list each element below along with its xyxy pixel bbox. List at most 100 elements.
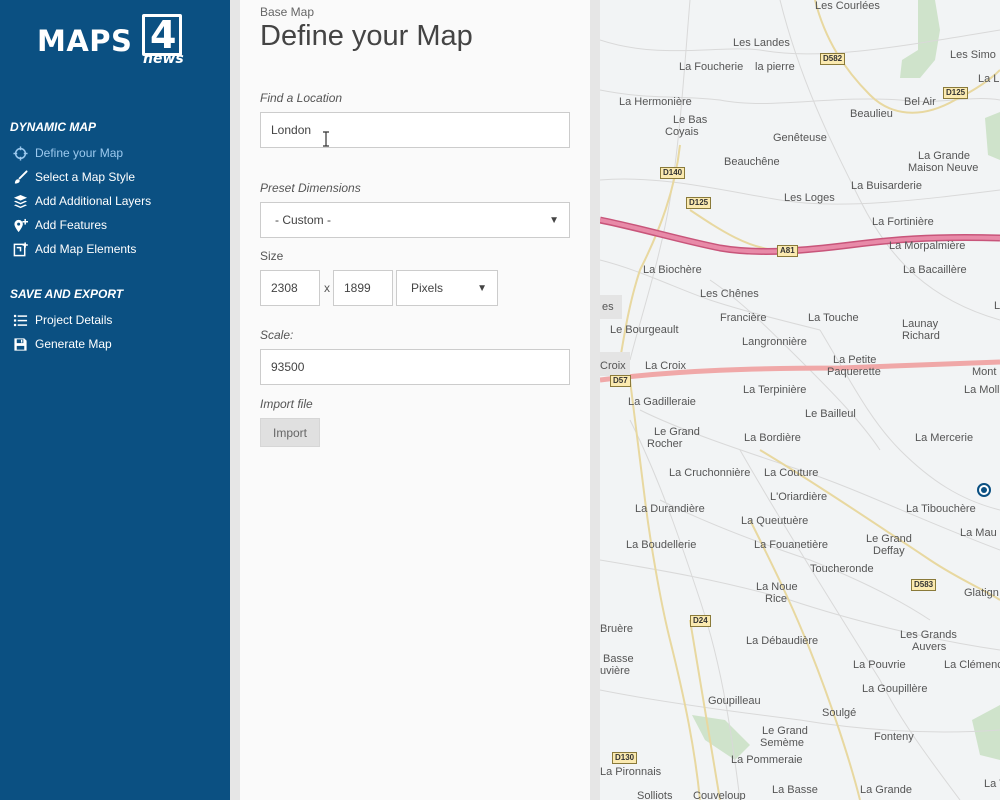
caret-down-icon: ▼ bbox=[477, 283, 487, 294]
place-label: Semème bbox=[760, 737, 805, 749]
place-label: Auvers bbox=[912, 641, 947, 653]
place-label: Les Chênes bbox=[700, 288, 759, 300]
section-title-dynamic-map: DYNAMIC MAP bbox=[10, 120, 96, 134]
sidebar-item-label: Define your Map bbox=[35, 146, 124, 160]
map-elements-icon bbox=[12, 241, 28, 257]
place-label: Les Loges bbox=[784, 192, 835, 204]
place-label: Paquerette bbox=[827, 366, 881, 378]
place-label: La Mollièr bbox=[964, 384, 1000, 396]
place-label: Genêteuse bbox=[773, 132, 827, 144]
place-label: La Bacaillère bbox=[903, 264, 967, 276]
place-label: Les Courlées bbox=[815, 0, 880, 12]
map-view[interactable]: Les Courlées Les Landes Les Simo La Fouc… bbox=[600, 0, 1000, 800]
place-label: Glatign bbox=[964, 587, 999, 599]
place-label: La Mau bbox=[960, 527, 997, 539]
location-input[interactable]: London bbox=[260, 112, 570, 148]
place-label: Le Bourgeault bbox=[610, 324, 679, 336]
import-button[interactable]: Import bbox=[260, 418, 320, 447]
woodland-area bbox=[900, 0, 940, 78]
place-label: La Couture bbox=[764, 467, 819, 479]
place-label: Richard bbox=[902, 330, 940, 342]
text-cursor-icon bbox=[323, 131, 329, 147]
place-label: La Biochère bbox=[643, 264, 702, 276]
road-badge: D582 bbox=[820, 53, 846, 65]
place-label: Couveloup bbox=[693, 790, 746, 800]
place-label: La Fouanetière bbox=[754, 539, 828, 551]
import-file-label: Import file bbox=[260, 397, 313, 411]
place-label: La Grande bbox=[918, 150, 970, 162]
preset-dimensions-select[interactable]: - Custom - ▼ bbox=[260, 202, 570, 238]
list-icon bbox=[12, 312, 28, 328]
place-label: La Touche bbox=[808, 312, 859, 324]
place-label: Fonteny bbox=[874, 731, 914, 743]
unit-select[interactable]: Pixels ▼ bbox=[396, 270, 498, 306]
woodland-area bbox=[972, 705, 1000, 760]
place-label: La Hermonière bbox=[619, 96, 692, 108]
place-label: Mont bbox=[972, 366, 997, 378]
height-input[interactable]: 1899 bbox=[333, 270, 393, 306]
place-label: Le Grand bbox=[762, 725, 808, 737]
sidebar: MAPS 4 news DYNAMIC MAP Define your Map … bbox=[0, 0, 230, 800]
scale-input[interactable]: 93500 bbox=[260, 349, 570, 385]
preset-dimensions-label: Preset Dimensions bbox=[260, 181, 361, 195]
road-badge: D130 bbox=[612, 752, 638, 764]
place-label: L'Oriardière bbox=[770, 491, 828, 503]
place-label: La Foucherie bbox=[679, 61, 744, 73]
place-label: Goupilleau bbox=[708, 695, 761, 707]
sidebar-item-project-details[interactable]: Project Details bbox=[12, 310, 112, 330]
road-badge: D583 bbox=[911, 579, 937, 591]
place-label: Beauchêne bbox=[724, 156, 780, 168]
location-marker[interactable] bbox=[977, 483, 991, 497]
brush-icon bbox=[12, 169, 28, 185]
place-label: Les Landes bbox=[733, 37, 790, 49]
sidebar-item-add-features[interactable]: Add Features bbox=[12, 215, 107, 235]
sidebar-item-label: Select a Map Style bbox=[35, 170, 136, 184]
place-label: La Queutuère bbox=[741, 515, 809, 527]
place-label: La Clémencié bbox=[944, 659, 1000, 671]
place-label: La Cruchonnière bbox=[669, 467, 751, 479]
road-badge: A81 bbox=[777, 245, 798, 257]
place-label: La Boudellerie bbox=[626, 539, 697, 551]
dimension-separator: x bbox=[324, 281, 330, 295]
features-icon bbox=[12, 217, 28, 233]
maps4news-logo[interactable]: MAPS 4 news bbox=[37, 13, 187, 70]
place-label: Coyais bbox=[665, 126, 699, 138]
place-label: La Mercerie bbox=[915, 432, 974, 444]
sidebar-item-define-your-map[interactable]: Define your Map bbox=[12, 143, 123, 163]
scale-label: Scale: bbox=[260, 328, 294, 342]
place-label: es bbox=[602, 301, 614, 313]
width-value: 2308 bbox=[271, 281, 298, 295]
place-label: La Bordière bbox=[744, 432, 801, 444]
sidebar-item-add-additional-layers[interactable]: Add Additional Layers bbox=[12, 191, 151, 211]
place-label: Francière bbox=[720, 312, 767, 324]
place-label: Solliots bbox=[637, 790, 673, 800]
width-input[interactable]: 2308 bbox=[260, 270, 320, 306]
place-label: Launay bbox=[902, 318, 939, 330]
woodland-area bbox=[985, 112, 1000, 160]
sidebar-item-generate-map[interactable]: Generate Map bbox=[12, 334, 112, 354]
sidebar-item-label: Project Details bbox=[35, 313, 113, 327]
place-label: La Débaudière bbox=[746, 635, 819, 647]
preset-dimensions-value: - Custom - bbox=[275, 213, 332, 227]
place-label: La Tibouchère bbox=[906, 503, 976, 515]
logo-news: news bbox=[143, 51, 184, 67]
sidebar-item-select-map-style[interactable]: Select a Map Style bbox=[12, 167, 135, 187]
logo-text: MAPS bbox=[37, 24, 133, 58]
place-label: La Fortinière bbox=[872, 216, 934, 228]
sidebar-item-label: Add Additional Layers bbox=[35, 194, 152, 208]
unit-value: Pixels bbox=[411, 281, 444, 295]
caret-down-icon: ▼ bbox=[549, 215, 559, 226]
place-label: Le Grand bbox=[654, 426, 700, 438]
sidebar-item-label: Add Features bbox=[35, 218, 108, 232]
place-label: Bel Air bbox=[904, 96, 936, 108]
size-label: Size bbox=[260, 249, 284, 263]
road-badge: D57 bbox=[610, 375, 631, 387]
place-label: La Gadilleraie bbox=[628, 396, 696, 408]
place-label: Le Bas bbox=[673, 114, 708, 126]
place-label: La Pironnais bbox=[600, 766, 662, 778]
place-label: Bruère bbox=[600, 623, 634, 635]
place-label: La L bbox=[978, 73, 1000, 85]
sidebar-item-add-map-elements[interactable]: Add Map Elements bbox=[12, 239, 136, 259]
find-location-label: Find a Location bbox=[260, 91, 343, 105]
sidebar-item-label: Generate Map bbox=[35, 337, 112, 351]
